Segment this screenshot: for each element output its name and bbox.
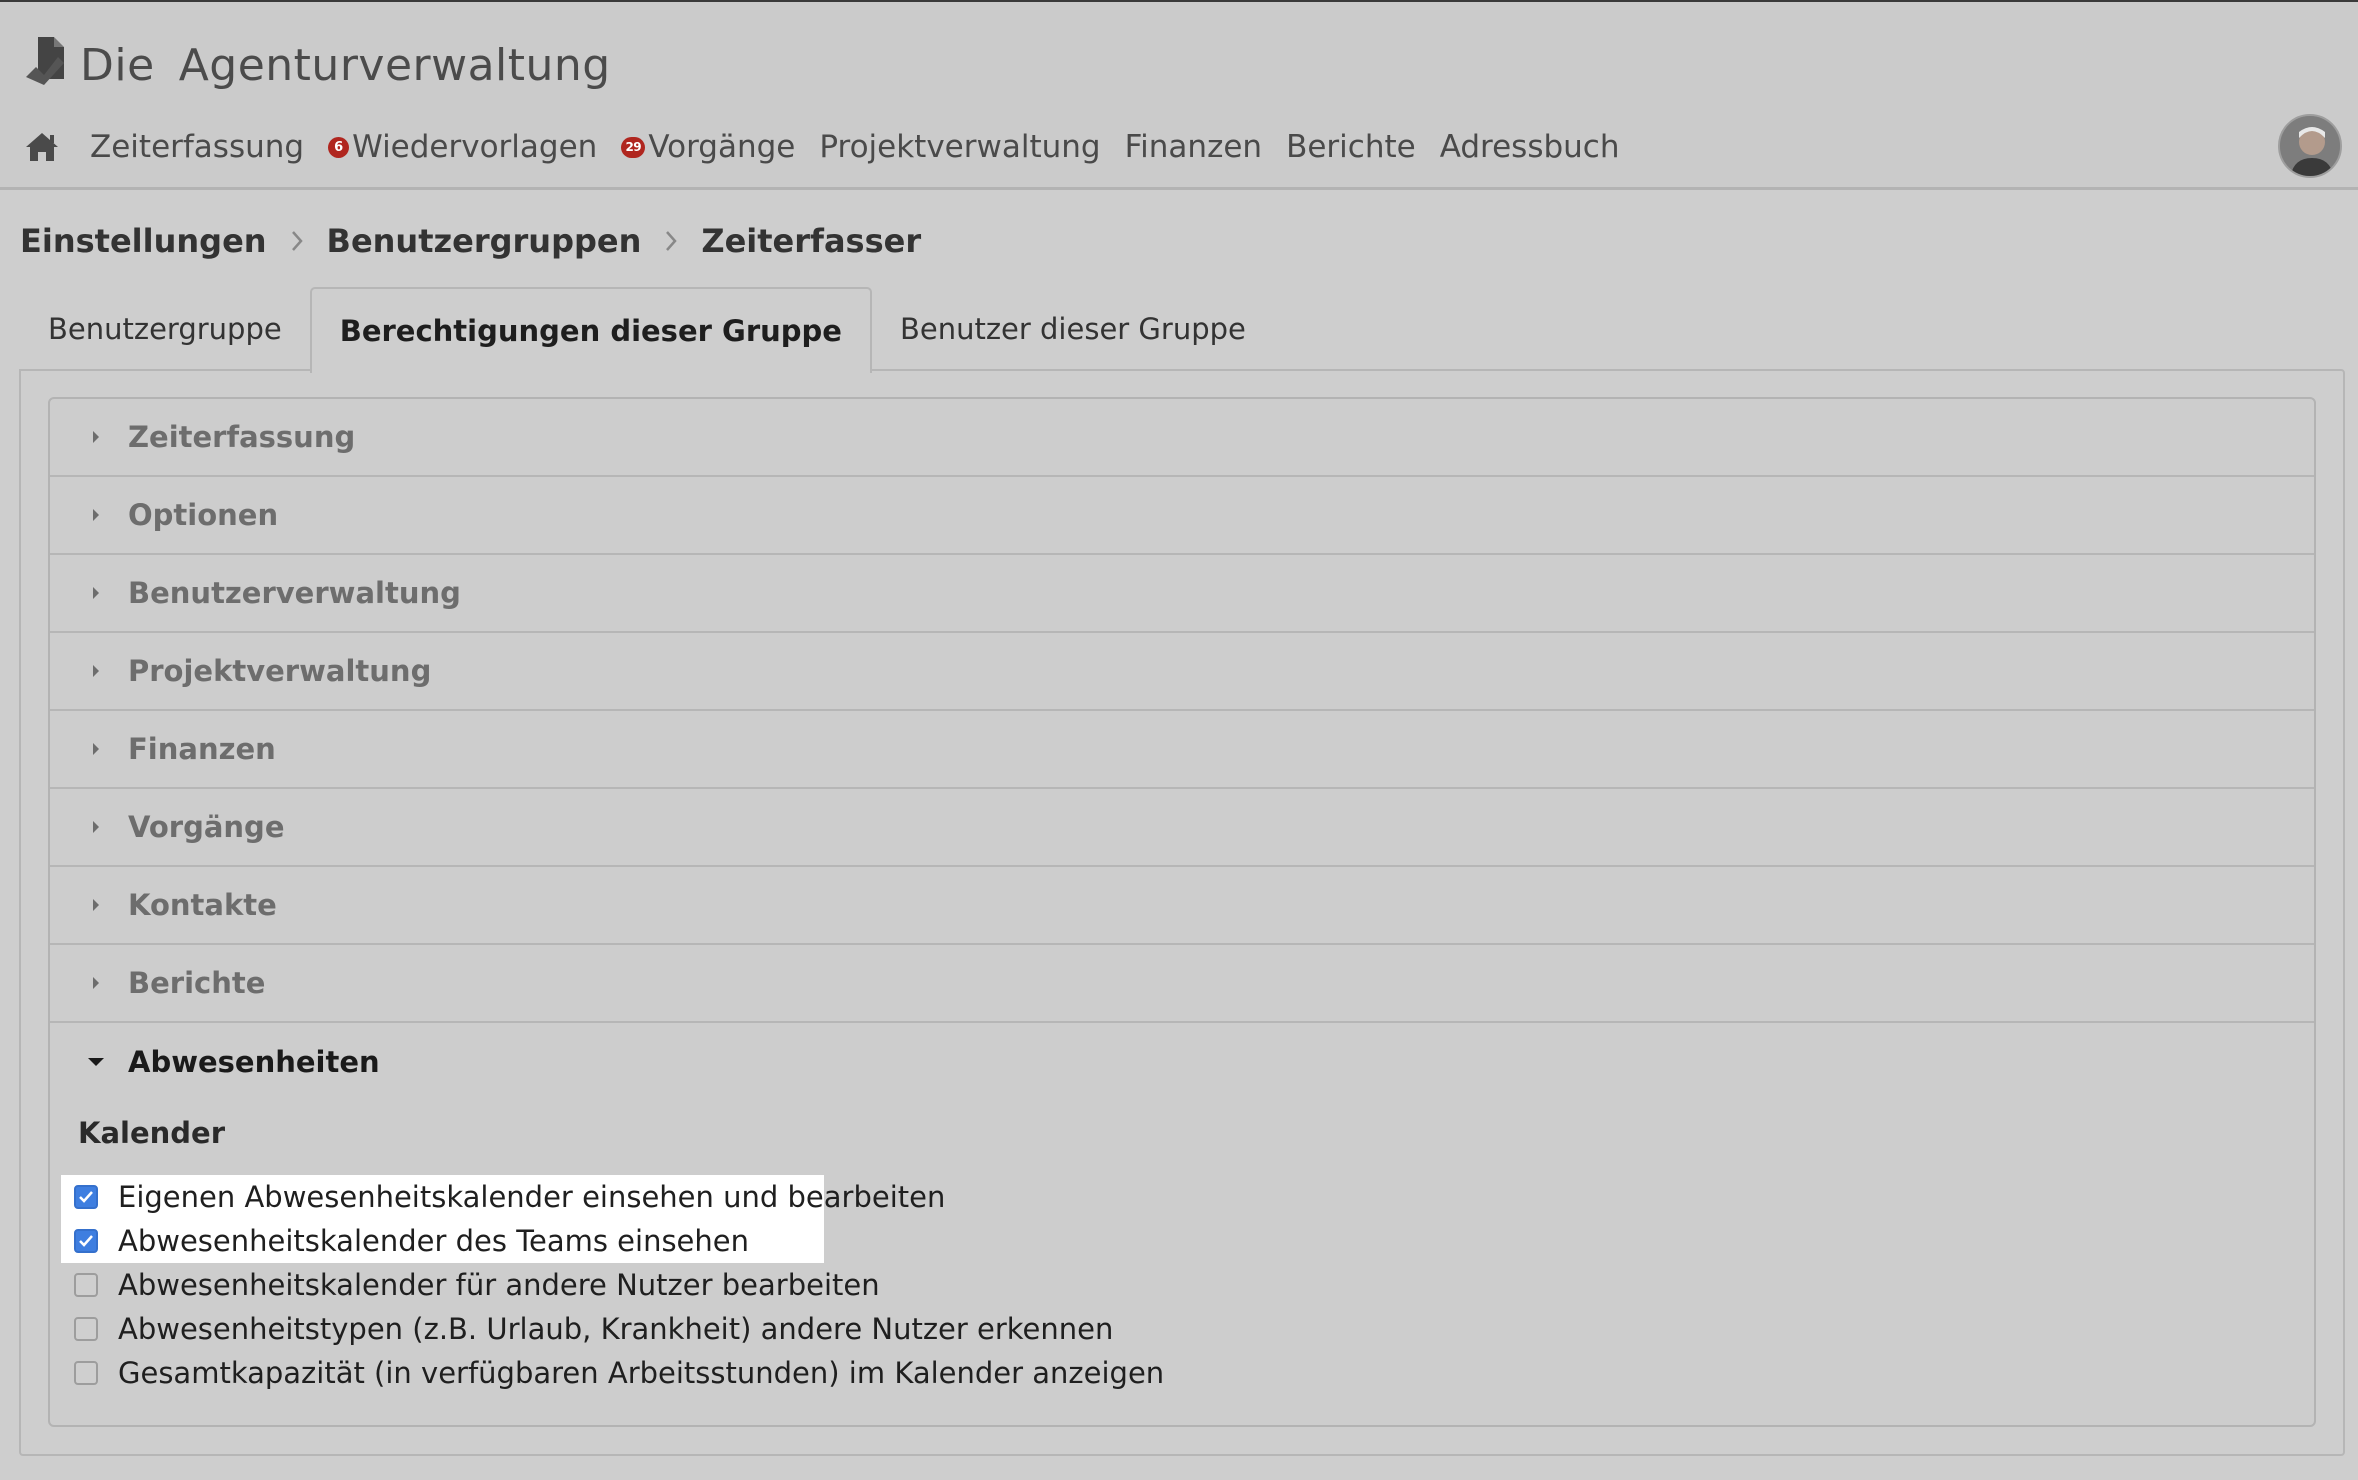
vorgaenge-count-badge: 29 [621,136,646,158]
caret-right-icon [86,505,106,525]
caret-right-icon [86,973,106,993]
accordion-berichte[interactable]: Berichte [50,945,2314,1023]
accordion-zeiterfassung[interactable]: Zeiterfassung [50,399,2314,477]
checkbox-team-kalender[interactable] [74,1229,98,1253]
nav-item-wiedervorlagen[interactable]: 6 Wiedervorlagen [328,129,597,165]
breadcrumb-zeiterfasser: Zeiterfasser [701,222,922,260]
nav-item-zeiterfassung[interactable]: Zeiterfassung [90,129,304,165]
caret-down-icon [86,1052,106,1072]
kalender-heading: Kalender [78,1116,226,1150]
app-logo[interactable]: Die Agenturverwaltung [24,30,611,100]
app-header: Die Agenturverwaltung Zeiterfassung 6 Wie… [0,0,2358,190]
accordion-kontakte[interactable]: Kontakte [50,867,2314,945]
nav-item-projektverwaltung[interactable]: Projektverwaltung [819,129,1100,165]
accordion-vorgaenge[interactable]: Vorgänge [50,789,2314,867]
breadcrumb-benutzergruppen[interactable]: Benutzergruppen [327,222,642,260]
checkbox-andere-bearbeiten[interactable] [74,1273,98,1297]
tab-bar: Benutzergruppe Berechtigungen dieser Gru… [20,287,1274,373]
caret-right-icon [86,661,106,681]
home-icon[interactable] [24,130,60,164]
avatar-image [2280,116,2340,176]
tab-berechtigungen[interactable]: Berechtigungen dieser Gruppe [309,287,872,373]
accordion-abwesenheiten[interactable]: Abwesenheiten [50,1023,2314,1101]
nav-item-berichte[interactable]: Berichte [1286,129,1416,165]
breadcrumb-einstellungen[interactable]: Einstellungen [20,222,267,260]
nav-item-vorgaenge[interactable]: 29 Vorgänge [621,129,795,165]
permission-row[interactable]: Eigenen Abwesenheitskalender einsehen un… [61,1175,2314,1219]
chevron-right-icon [651,226,691,256]
permission-row[interactable]: Abwesenheitskalender für andere Nutzer b… [61,1263,2314,1307]
accordion-finanzen[interactable]: Finanzen [50,711,2314,789]
caret-right-icon [86,739,106,759]
tab-benutzergruppe[interactable]: Benutzergruppe [20,287,310,371]
accordion-optionen[interactable]: Optionen [50,477,2314,555]
top-border [0,0,2358,2]
tab-benutzer[interactable]: Benutzer dieser Gruppe [872,287,1274,371]
caret-right-icon [86,583,106,603]
nav-item-finanzen[interactable]: Finanzen [1125,129,1262,165]
abwesenheiten-panel: Kalender Eigenen Abwesenheitskalender ei… [50,1113,2314,1395]
breadcrumb: Einstellungen Benutzergruppen Zeiterfass… [20,218,921,264]
main-nav: Zeiterfassung 6 Wiedervorlagen 29 Vorgän… [24,122,1644,172]
logo-icon [26,37,64,85]
caret-right-icon [86,817,106,837]
caret-right-icon [86,427,106,447]
user-avatar[interactable] [2278,114,2342,178]
permissions-accordion: Zeiterfassung Optionen Benutzerverwaltun… [48,397,2316,1427]
app-title: Die Agenturverwaltung [80,39,611,91]
caret-right-icon [86,895,106,915]
wiedervorlagen-count-badge: 6 [328,136,350,158]
accordion-projektverwaltung[interactable]: Projektverwaltung [50,633,2314,711]
checkbox-eigenen-kalender[interactable] [74,1185,98,1209]
nav-item-adressbuch[interactable]: Adressbuch [1440,129,1620,165]
permission-row[interactable]: Gesamtkapazität (in verfügbaren Arbeitss… [61,1351,2314,1395]
permission-list: Eigenen Abwesenheitskalender einsehen un… [61,1175,2314,1395]
checkbox-gesamtkapazitaet[interactable] [74,1361,98,1385]
checkmark-icon [79,1191,93,1203]
checkmark-icon [79,1235,93,1247]
chevron-right-icon [277,226,317,256]
permission-row[interactable]: Abwesenheitskalender des Teams einsehen [61,1219,2314,1263]
permission-row[interactable]: Abwesenheitstypen (z.B. Urlaub, Krankhei… [61,1307,2314,1351]
checkbox-abwesenheitstypen[interactable] [74,1317,98,1341]
accordion-benutzerverwaltung[interactable]: Benutzerverwaltung [50,555,2314,633]
